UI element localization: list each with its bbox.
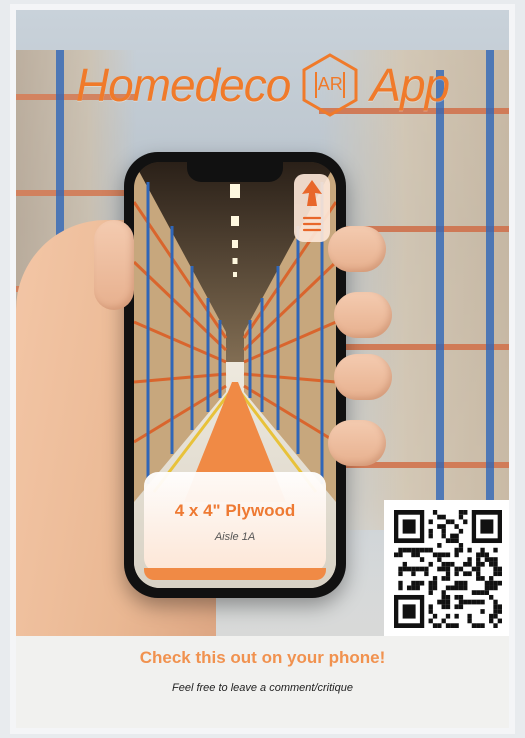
card-accent-bar: [144, 568, 326, 580]
product-name: 4 x 4" Plywood: [174, 501, 296, 520]
thumb: [94, 220, 134, 310]
title-app: App: [370, 59, 450, 111]
title-homedeco: Homedeco: [75, 59, 291, 111]
call-to-action: Check this out on your phone!: [139, 648, 386, 667]
phone-notch: [187, 162, 283, 182]
background-post: [436, 70, 444, 510]
ar-control-panel: [294, 174, 330, 242]
footer: Check this out on your phone! Feel free …: [16, 636, 509, 728]
poster: Homedeco AR App 4 x 4" Plywood Aisle 1A …: [10, 4, 515, 734]
hexagon-ar-icon: AR: [300, 52, 360, 118]
subtext: Feel free to leave a comment/critique: [172, 682, 353, 694]
pointer-arrow-icon[interactable]: [302, 180, 322, 206]
product-location: Aisle 1A: [214, 531, 256, 543]
menu-icon[interactable]: [302, 216, 322, 232]
phone-screen: 4 x 4" Plywood Aisle 1A: [134, 162, 336, 588]
product-card[interactable]: 4 x 4" Plywood Aisle 1A: [144, 472, 326, 580]
phone: 4 x 4" Plywood Aisle 1A: [124, 152, 346, 598]
finger: [334, 354, 392, 400]
finger: [328, 420, 386, 466]
finger: [328, 226, 386, 272]
finger: [334, 292, 392, 338]
ar-badge-label: AR: [317, 74, 343, 94]
qr-code[interactable]: [384, 500, 509, 638]
app-title: Homedeco AR App: [16, 48, 509, 122]
